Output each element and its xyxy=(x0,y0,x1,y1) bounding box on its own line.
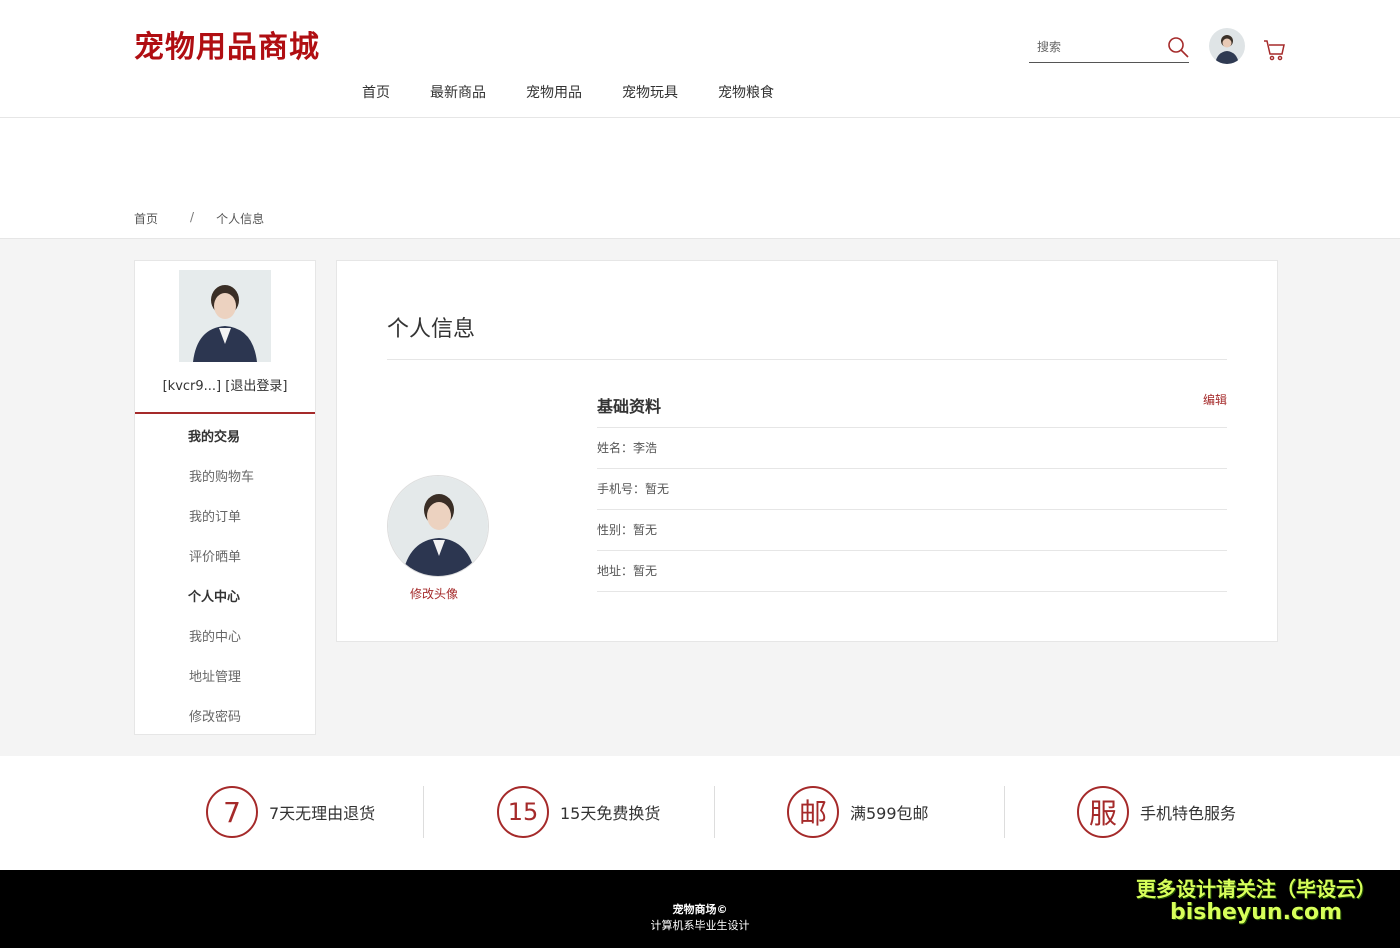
cart-icon[interactable] xyxy=(1262,38,1286,62)
breadcrumb-separator: / xyxy=(190,210,195,224)
menu-item-address[interactable]: 地址管理 xyxy=(135,658,315,698)
service-exchange-label: 15天免费换货 xyxy=(560,804,661,823)
breadcrumb-current: 个人信息 xyxy=(216,212,265,226)
service-exchange: 15 15天免费换货 xyxy=(497,786,660,838)
search-icon[interactable] xyxy=(1167,36,1189,58)
watermark: 更多设计请关注（毕设云） bisheyun.com xyxy=(1136,873,1376,925)
profile-panel: 个人信息 修改头像 基础资料 编辑 姓名：李浩 手机号：暂无 性别：暂无 地址：… xyxy=(336,260,1278,642)
menu-item-password[interactable]: 修改密码 xyxy=(135,698,315,738)
service-divider xyxy=(423,786,424,838)
service-return: 7 7天无理由退货 xyxy=(206,786,375,838)
change-avatar-link[interactable]: 修改头像 xyxy=(410,585,458,602)
menu-item-cart[interactable]: 我的购物车 xyxy=(135,458,315,498)
service-mobile-label: 手机特色服务 xyxy=(1140,804,1237,823)
service-divider xyxy=(1004,786,1005,838)
title-divider xyxy=(387,359,1227,360)
service-return-badge: 7 xyxy=(206,786,258,838)
nav-home[interactable]: 首页 xyxy=(362,82,390,102)
menu-group-personal: 个人中心 xyxy=(188,590,241,605)
basic-info: 基础资料 编辑 姓名：李浩 手机号：暂无 性别：暂无 地址：暂无 xyxy=(597,383,1227,592)
info-row-address: 地址：暂无 xyxy=(597,551,1227,592)
service-mobile: 服 手机特色服务 xyxy=(1077,786,1236,838)
info-row-phone: 手机号：暂无 xyxy=(597,469,1227,510)
service-exchange-badge: 15 xyxy=(497,786,549,838)
user-avatar[interactable] xyxy=(1209,28,1245,64)
service-mobile-badge: 服 xyxy=(1077,786,1129,838)
user-login-line[interactable]: [kvcr9...] [退出登录] xyxy=(135,375,315,394)
search-input[interactable] xyxy=(1029,34,1159,60)
page-title: 个人信息 xyxy=(387,317,476,342)
watermark-line2: bisheyun.com xyxy=(1169,900,1343,925)
basic-info-title: 基础资料 xyxy=(597,397,662,416)
footer: 宠物商场© 计算机系毕业生设计 更多设计请关注（毕设云） bisheyun.co… xyxy=(0,870,1400,948)
nav-pet-toys[interactable]: 宠物玩具 xyxy=(622,82,678,102)
service-return-label: 7天无理由退货 xyxy=(269,804,376,823)
breadcrumb: 首页 / 个人信息 xyxy=(134,210,264,227)
sidebar-menu: 我的交易 我的购物车 我的订单 评价晒单 个人中心 我的中心 地址管理 修改密码 xyxy=(135,414,315,738)
edit-button[interactable]: 编辑 xyxy=(1203,391,1227,408)
watermark-line1: 更多设计请关注（毕设云） xyxy=(1136,877,1376,901)
nav-pet-supplies[interactable]: 宠物用品 xyxy=(526,82,582,102)
nav-pet-food[interactable]: 宠物粮食 xyxy=(718,82,774,102)
nav-new-products[interactable]: 最新商品 xyxy=(430,82,486,102)
site-logo[interactable]: 宠物用品商城 xyxy=(134,22,320,66)
breadcrumb-home[interactable]: 首页 xyxy=(134,210,158,227)
service-shipping-badge: 邮 xyxy=(787,786,839,838)
info-row-name: 姓名：李浩 xyxy=(597,428,1227,469)
service-shipping-label: 满599包邮 xyxy=(850,804,929,823)
basic-info-header: 基础资料 编辑 xyxy=(597,383,1227,428)
menu-item-reviews[interactable]: 评价晒单 xyxy=(135,538,315,578)
main-section: [kvcr9...] [退出登录] 我的交易 我的购物车 我的订单 评价晒单 个… xyxy=(0,238,1400,756)
service-strip: 7 7天无理由退货 15 15天免费换货 邮 满599包邮 服 手机特色服务 xyxy=(0,756,1400,870)
profile-avatar[interactable] xyxy=(387,475,489,577)
sidebar: [kvcr9...] [退出登录] 我的交易 我的购物车 我的订单 评价晒单 个… xyxy=(134,260,316,735)
header: 宠物用品商城 首页 最新商品 宠物用品 宠物玩具 宠物粮食 xyxy=(0,0,1400,118)
menu-item-orders[interactable]: 我的订单 xyxy=(135,498,315,538)
service-shipping: 邮 满599包邮 xyxy=(787,786,929,838)
menu-group-trade: 我的交易 xyxy=(188,430,241,445)
avatar-image xyxy=(1209,28,1245,64)
main-nav: 首页 最新商品 宠物用品 宠物玩具 宠物粮食 xyxy=(362,82,814,102)
profile-photo xyxy=(179,270,271,362)
service-divider xyxy=(714,786,715,838)
search-box xyxy=(1029,34,1189,63)
sidebar-profile: [kvcr9...] [退出登录] xyxy=(135,261,315,414)
menu-item-my-center[interactable]: 我的中心 xyxy=(135,618,315,658)
info-row-gender: 性别：暂无 xyxy=(597,510,1227,551)
